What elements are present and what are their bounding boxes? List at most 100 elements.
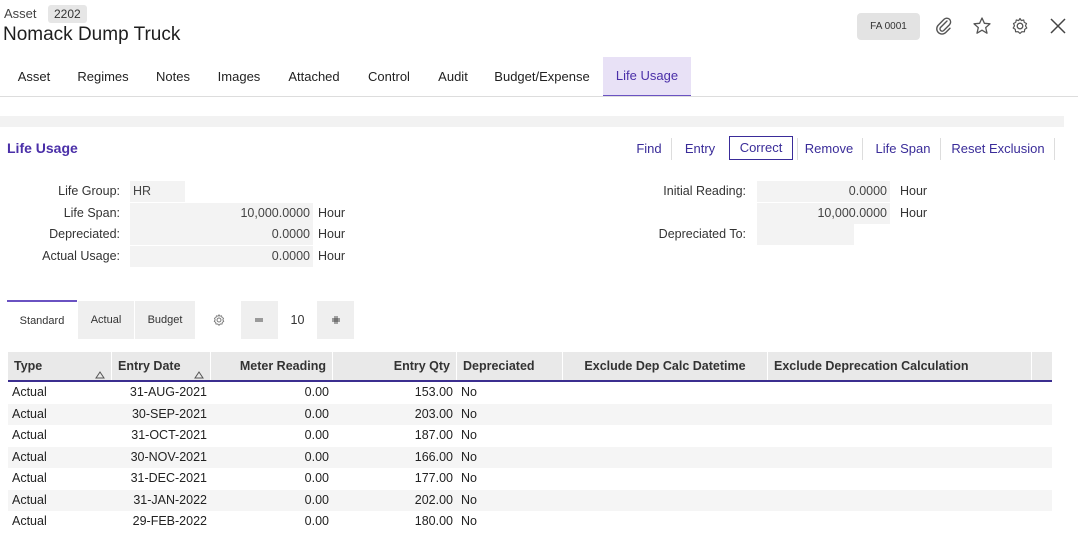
section-title: Life Usage xyxy=(7,140,78,156)
cell-entry-qty: 203.00 xyxy=(414,406,453,421)
cell-meter-reading: 0.00 xyxy=(304,514,329,528)
col-type-header[interactable]: Type xyxy=(8,352,112,380)
settings-gear-icon[interactable] xyxy=(209,311,229,329)
cell-meter-reading: 0.00 xyxy=(304,471,329,485)
col-meter-reading-header[interactable]: Meter Reading xyxy=(211,352,333,380)
paperclip-icon[interactable] xyxy=(932,14,956,38)
page-size-input[interactable]: 10 xyxy=(278,301,317,339)
actual-usage-field[interactable]: 0.0000 xyxy=(130,246,313,267)
life-span-label: Life Span: xyxy=(63,206,120,220)
section-spacer xyxy=(0,116,1064,127)
star-icon[interactable] xyxy=(970,14,994,38)
table-row[interactable]: Actual 31-OCT-2021 0.00 187.00 No xyxy=(8,425,1052,447)
depreciated-label: Depreciated: xyxy=(49,227,120,241)
col-entry-qty-header[interactable]: Entry Qty xyxy=(333,352,457,380)
table-row[interactable]: Actual 31-DEC-2021 0.00 177.00 No xyxy=(8,468,1052,490)
cell-entry-date: 31-OCT-2021 xyxy=(131,428,207,442)
action-separator xyxy=(862,138,863,160)
life-span-unit: Hour xyxy=(318,206,346,220)
life-group-label: Life Group: xyxy=(58,184,120,198)
tab-notes[interactable]: Notes xyxy=(146,57,200,96)
col-entry-date-header[interactable]: Entry Date xyxy=(112,352,211,380)
view-actual[interactable]: Actual xyxy=(78,301,134,339)
table-row[interactable]: Actual 29-FEB-2022 0.00 180.00 No xyxy=(8,511,1052,533)
reset-exclusion-button[interactable]: Reset Exclusion xyxy=(948,138,1048,160)
table-row[interactable]: Actual 30-NOV-2021 0.00 166.00 No xyxy=(8,446,1052,468)
col-type-label: Type xyxy=(14,359,43,373)
actual-usage-unit: Hour xyxy=(318,249,346,263)
second-reading-field[interactable]: 10,000.0000 xyxy=(757,203,890,224)
table-row[interactable]: Actual 31-JAN-2022 0.00 202.00 No xyxy=(8,489,1052,511)
cell-entry-qty: 177.00 xyxy=(414,471,453,485)
minus-icon[interactable] xyxy=(241,301,277,339)
cell-entry-qty: 166.00 xyxy=(414,449,453,464)
view-standard[interactable]: Standard xyxy=(7,300,77,340)
cell-depreciated: No xyxy=(461,428,477,442)
asset-number-badge: 2202 xyxy=(48,5,87,23)
action-separator xyxy=(940,138,941,160)
tab-regimes[interactable]: Regimes xyxy=(70,57,136,96)
remove-button[interactable]: Remove xyxy=(802,138,856,160)
cell-entry-date: 30-NOV-2021 xyxy=(130,449,207,464)
depreciated-to-label: Depreciated To: xyxy=(658,227,746,241)
cell-depreciated: No xyxy=(461,385,477,399)
cell-type: Actual xyxy=(12,471,47,485)
col-exclude-dep-datetime-header[interactable]: Exclude Dep Calc Datetime xyxy=(563,352,768,380)
cell-depreciated: No xyxy=(461,514,477,528)
cell-entry-date: 31-AUG-2021 xyxy=(129,385,207,399)
table-row[interactable]: Actual 30-SEP-2021 0.00 203.00 No xyxy=(8,403,1052,425)
plus-icon[interactable] xyxy=(318,301,354,339)
cell-entry-qty: 180.00 xyxy=(414,514,453,528)
grid-header: Type Entry Date Meter Reading Entry Qty … xyxy=(8,352,1052,382)
initial-reading-unit: Hour xyxy=(900,184,928,198)
depreciated-to-field[interactable] xyxy=(757,224,854,245)
life-span-button[interactable]: Life Span xyxy=(872,138,934,160)
cell-meter-reading: 0.00 xyxy=(304,449,329,464)
cell-entry-date: 31-JAN-2022 xyxy=(133,492,207,507)
tab-divider xyxy=(0,96,1078,97)
page-title: Nomack Dump Truck xyxy=(3,24,181,45)
correct-button[interactable]: Correct xyxy=(729,136,793,160)
initial-reading-field[interactable]: 0.0000 xyxy=(757,181,890,202)
cell-entry-qty: 202.00 xyxy=(414,492,453,507)
cell-entry-date: 30-SEP-2021 xyxy=(131,406,207,421)
cell-entry-qty: 153.00 xyxy=(414,385,453,399)
depreciated-unit: Hour xyxy=(318,227,346,241)
action-separator xyxy=(1054,138,1055,160)
cell-depreciated: No xyxy=(461,492,477,507)
close-icon[interactable] xyxy=(1046,14,1070,38)
tab-life-usage[interactable]: Life Usage xyxy=(603,57,691,97)
tab-audit[interactable]: Audit xyxy=(430,57,476,96)
table-row[interactable]: Actual 31-AUG-2021 0.00 153.00 No xyxy=(8,382,1052,404)
cell-depreciated: No xyxy=(461,406,477,421)
initial-reading-label: Initial Reading: xyxy=(663,184,746,198)
find-button[interactable]: Find xyxy=(630,138,668,160)
module-label: Asset xyxy=(4,6,37,21)
record-chip[interactable]: FA 0001 xyxy=(857,13,920,40)
view-budget[interactable]: Budget xyxy=(135,301,195,339)
gear-icon[interactable] xyxy=(1008,14,1032,38)
tab-control[interactable]: Control xyxy=(360,57,418,96)
life-span-field[interactable]: 10,000.0000 xyxy=(130,203,313,224)
cell-meter-reading: 0.00 xyxy=(304,406,329,421)
cell-meter-reading: 0.00 xyxy=(304,385,329,399)
tab-budget-expense[interactable]: Budget/Expense xyxy=(488,57,596,96)
cell-type: Actual xyxy=(12,385,47,399)
depreciated-field[interactable]: 0.0000 xyxy=(130,224,313,245)
tab-asset[interactable]: Asset xyxy=(8,57,60,96)
second-reading-unit: Hour xyxy=(900,206,928,220)
cell-entry-date: 29-FEB-2022 xyxy=(132,514,207,528)
cell-type: Actual xyxy=(12,514,47,528)
cell-type: Actual xyxy=(12,492,47,507)
col-exclude-dep-calc-header[interactable]: Exclude Deprecation Calculation xyxy=(768,352,1032,380)
tab-attached[interactable]: Attached xyxy=(280,57,348,96)
col-depreciated-header[interactable]: Depreciated xyxy=(457,352,563,380)
cell-meter-reading: 0.00 xyxy=(304,428,329,442)
action-separator xyxy=(671,138,672,160)
entry-button[interactable]: Entry xyxy=(680,138,720,160)
cell-type: Actual xyxy=(12,449,47,464)
tab-images[interactable]: Images xyxy=(210,57,268,96)
life-group-field[interactable]: HR xyxy=(130,181,185,202)
cell-depreciated: No xyxy=(461,471,477,485)
cell-type: Actual xyxy=(12,428,47,442)
